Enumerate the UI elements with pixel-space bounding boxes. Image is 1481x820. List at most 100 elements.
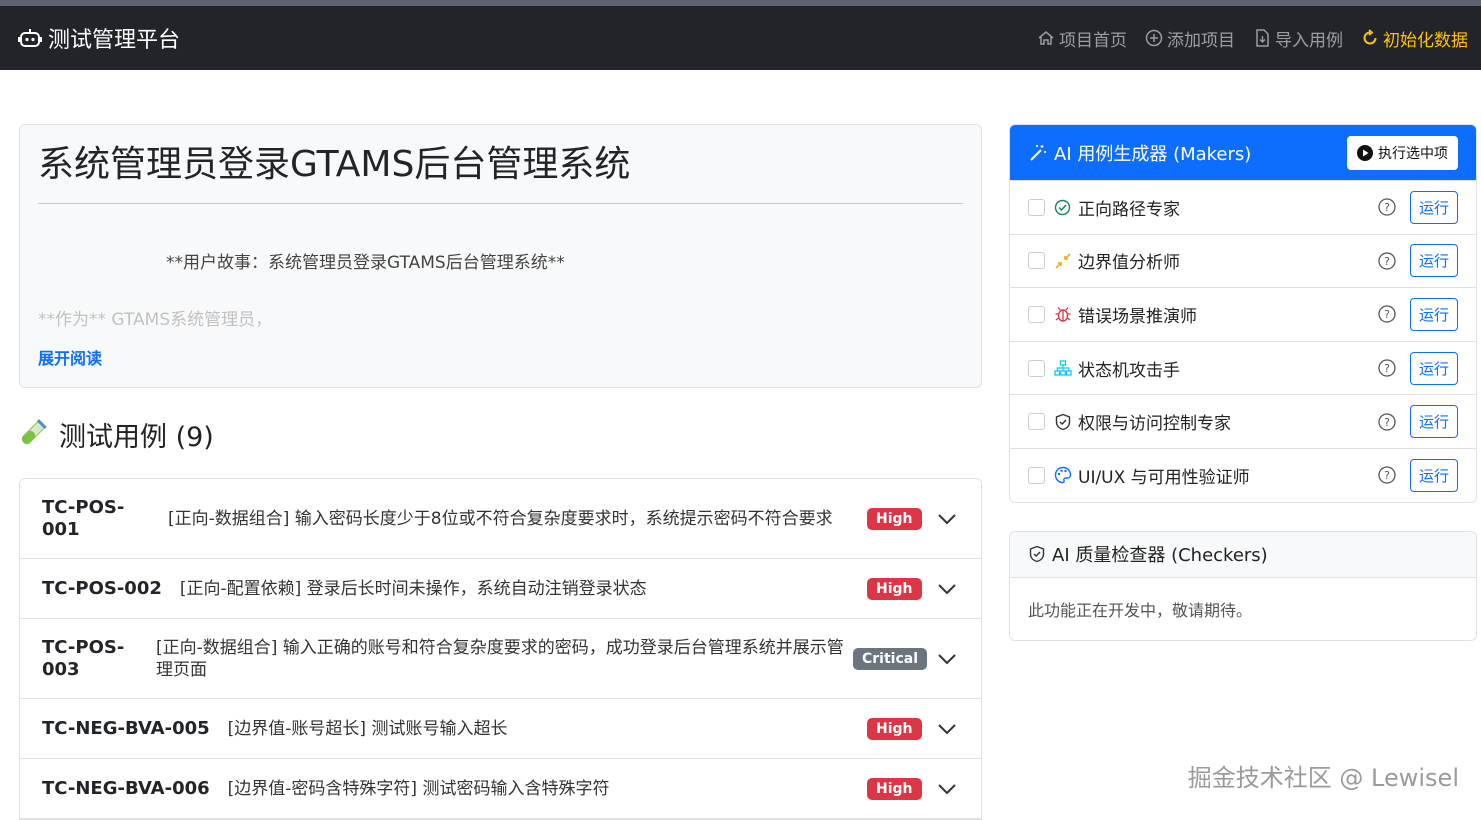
nav-link-home[interactable]: 项目首页: [1037, 26, 1127, 51]
case-id: TC-POS-001: [42, 497, 152, 541]
table-row[interactable]: TC-NEG-BVA-006 [边界值-密码含特殊字符] 测试密码输入含特殊字符…: [20, 759, 981, 819]
shield-icon: [1054, 413, 1072, 431]
magic-wand-icon: [1028, 143, 1048, 163]
case-id: TC-NEG-BVA-005: [42, 718, 210, 740]
brand-label: 测试管理平台: [48, 22, 180, 54]
priority-badge: High: [867, 578, 922, 600]
case-title: [正向-数据组合] 输入密码长度少于8位或不符合复杂度要求时，系统提示密码不符合…: [168, 508, 868, 530]
priority-badge: High: [867, 718, 922, 740]
priority-badge: Critical: [853, 648, 927, 670]
run-button[interactable]: 运行: [1410, 352, 1458, 385]
run-selected-button[interactable]: 执行选中项: [1347, 136, 1458, 170]
help-icon[interactable]: ?: [1378, 252, 1396, 270]
chevron-down-icon[interactable]: [937, 653, 957, 665]
maker-checkbox[interactable]: [1028, 199, 1045, 216]
diagram-icon: [1054, 359, 1072, 377]
makers-panel: AI 用例生成器 (Makers) 执行选中项 正向路径专家 ? 运行 边界值分…: [1009, 124, 1477, 503]
watermark: 掘金技术社区 @ Lewisel: [1188, 758, 1459, 793]
check-circle-icon: [1054, 199, 1071, 216]
user-story-card: 系统管理员登录GTAMS后台管理系统 **用户故事：系统管理员登录GTAMS后台…: [19, 124, 982, 388]
maker-label: 正向路径专家: [1078, 195, 1180, 220]
nav-links: 项目首页 添加项目 导入用例 初始化数据: [1019, 26, 1468, 51]
run-button[interactable]: 运行: [1410, 459, 1458, 492]
run-button[interactable]: 运行: [1410, 405, 1458, 438]
makers-header: AI 用例生成器 (Makers) 执行选中项: [1010, 125, 1476, 180]
checkers-header: AI 质量检查器 (Checkers): [1010, 532, 1476, 578]
test-case-list: TC-POS-001 [正向-数据组合] 输入密码长度少于8位或不符合复杂度要求…: [19, 478, 982, 820]
maker-checkbox[interactable]: [1028, 252, 1045, 269]
run-button[interactable]: 运行: [1410, 244, 1458, 277]
table-row[interactable]: TC-NEG-BVA-005 [边界值-账号超长] 测试账号输入超长 High: [20, 699, 981, 759]
maker-item: 边界值分析师 ? 运行: [1010, 234, 1476, 288]
svg-text:?: ?: [1384, 308, 1390, 321]
bug-icon: [1054, 305, 1072, 323]
maker-item: UI/UX 与可用性验证师 ? 运行: [1010, 448, 1476, 502]
maker-checkbox[interactable]: [1028, 413, 1045, 430]
table-row[interactable]: TC-POS-003 [正向-数据组合] 输入正确的账号和符合复杂度要求的密码，…: [20, 619, 981, 699]
checkers-message: 此功能正在开发中，敬请期待。: [1010, 578, 1476, 640]
help-icon[interactable]: ?: [1378, 466, 1396, 484]
maker-label: UI/UX 与可用性验证师: [1078, 463, 1250, 488]
chevron-down-icon[interactable]: [937, 783, 957, 795]
case-title: [边界值-账号超长] 测试账号输入超长: [228, 718, 508, 740]
maker-item: 权限与访问控制专家 ? 运行: [1010, 394, 1476, 448]
maker-label: 错误场景推演师: [1078, 302, 1197, 327]
expand-read-link[interactable]: 展开阅读: [38, 345, 102, 369]
case-title: [正向-数据组合] 输入正确的账号和符合复杂度要求的密码，成功登录后台管理系统并…: [156, 637, 851, 681]
right-column: AI 用例生成器 (Makers) 执行选中项 正向路径专家 ? 运行 边界值分…: [1009, 124, 1477, 641]
test-cases-title: 测试用例 (9): [59, 415, 214, 454]
maker-item: 错误场景推演师 ? 运行: [1010, 287, 1476, 341]
story-line: **用户故事：系统管理员登录GTAMS后台管理系统**: [166, 248, 963, 273]
chevron-down-icon[interactable]: [937, 583, 957, 595]
case-title: [正向-配置依赖] 登录后长时间未操作，系统自动注销登录状态: [180, 578, 647, 600]
makers-title: AI 用例生成器 (Makers): [1054, 140, 1251, 166]
checkers-panel: AI 质量检查器 (Checkers) 此功能正在开发中，敬请期待。: [1009, 531, 1477, 641]
play-circle-icon: [1357, 145, 1373, 161]
nav-link-init-data[interactable]: 初始化数据: [1361, 26, 1468, 51]
nav-link-import-cases[interactable]: 导入用例: [1253, 26, 1343, 51]
case-id: TC-POS-002: [42, 578, 162, 600]
svg-text:?: ?: [1384, 255, 1390, 268]
checkers-title: AI 质量检查器 (Checkers): [1052, 541, 1268, 567]
svg-text:?: ?: [1384, 469, 1390, 482]
svg-text:?: ?: [1384, 416, 1390, 429]
maker-item: 正向路径专家 ? 运行: [1010, 180, 1476, 234]
brand[interactable]: 测试管理平台: [18, 22, 180, 54]
nav-link-add-project[interactable]: 添加项目: [1145, 26, 1235, 51]
file-import-icon: [1253, 29, 1271, 47]
help-icon[interactable]: ?: [1378, 413, 1396, 431]
run-button[interactable]: 运行: [1410, 298, 1458, 331]
case-title: [边界值-密码含特殊字符] 测试密码输入含特殊字符: [228, 778, 610, 800]
table-row[interactable]: TC-POS-001 [正向-数据组合] 输入密码长度少于8位或不符合复杂度要求…: [20, 479, 981, 559]
priority-badge: High: [867, 508, 922, 530]
help-icon[interactable]: ?: [1378, 359, 1396, 377]
maker-checkbox[interactable]: [1028, 306, 1045, 323]
navbar: 测试管理平台 项目首页 添加项目 导入用例: [0, 6, 1481, 70]
svg-text:?: ?: [1384, 201, 1390, 214]
left-column: 系统管理员登录GTAMS后台管理系统 **用户故事：系统管理员登录GTAMS后台…: [19, 124, 982, 820]
maker-item: 状态机攻击手 ? 运行: [1010, 341, 1476, 395]
home-icon: [1037, 29, 1055, 47]
arrows-in-icon: [1054, 252, 1072, 270]
case-id: TC-POS-003: [42, 637, 152, 681]
table-row[interactable]: TC-POS-002 [正向-配置依赖] 登录后长时间未操作，系统自动注销登录状…: [20, 559, 981, 619]
maker-label: 权限与访问控制专家: [1078, 409, 1231, 434]
maker-label: 状态机攻击手: [1078, 356, 1180, 381]
robot-icon: [18, 27, 42, 49]
plus-circle-icon: [1145, 29, 1163, 47]
maker-checkbox[interactable]: [1028, 467, 1045, 484]
chevron-down-icon[interactable]: [937, 513, 957, 525]
help-icon[interactable]: ?: [1378, 305, 1396, 323]
maker-checkbox[interactable]: [1028, 360, 1045, 377]
chevron-down-icon[interactable]: [937, 723, 957, 735]
case-id: TC-NEG-BVA-006: [42, 778, 210, 800]
shield-check-icon: [1028, 545, 1046, 563]
test-cases-heading: 测试用例 (9): [19, 416, 982, 452]
palette-icon: [1054, 466, 1072, 484]
run-button[interactable]: 运行: [1410, 191, 1458, 224]
story-line-faded: **作为** GTAMS系统管理员，: [38, 305, 963, 330]
refresh-icon: [1361, 29, 1379, 47]
help-icon[interactable]: ?: [1378, 198, 1396, 216]
priority-badge: High: [867, 778, 922, 800]
svg-text:?: ?: [1384, 362, 1390, 375]
